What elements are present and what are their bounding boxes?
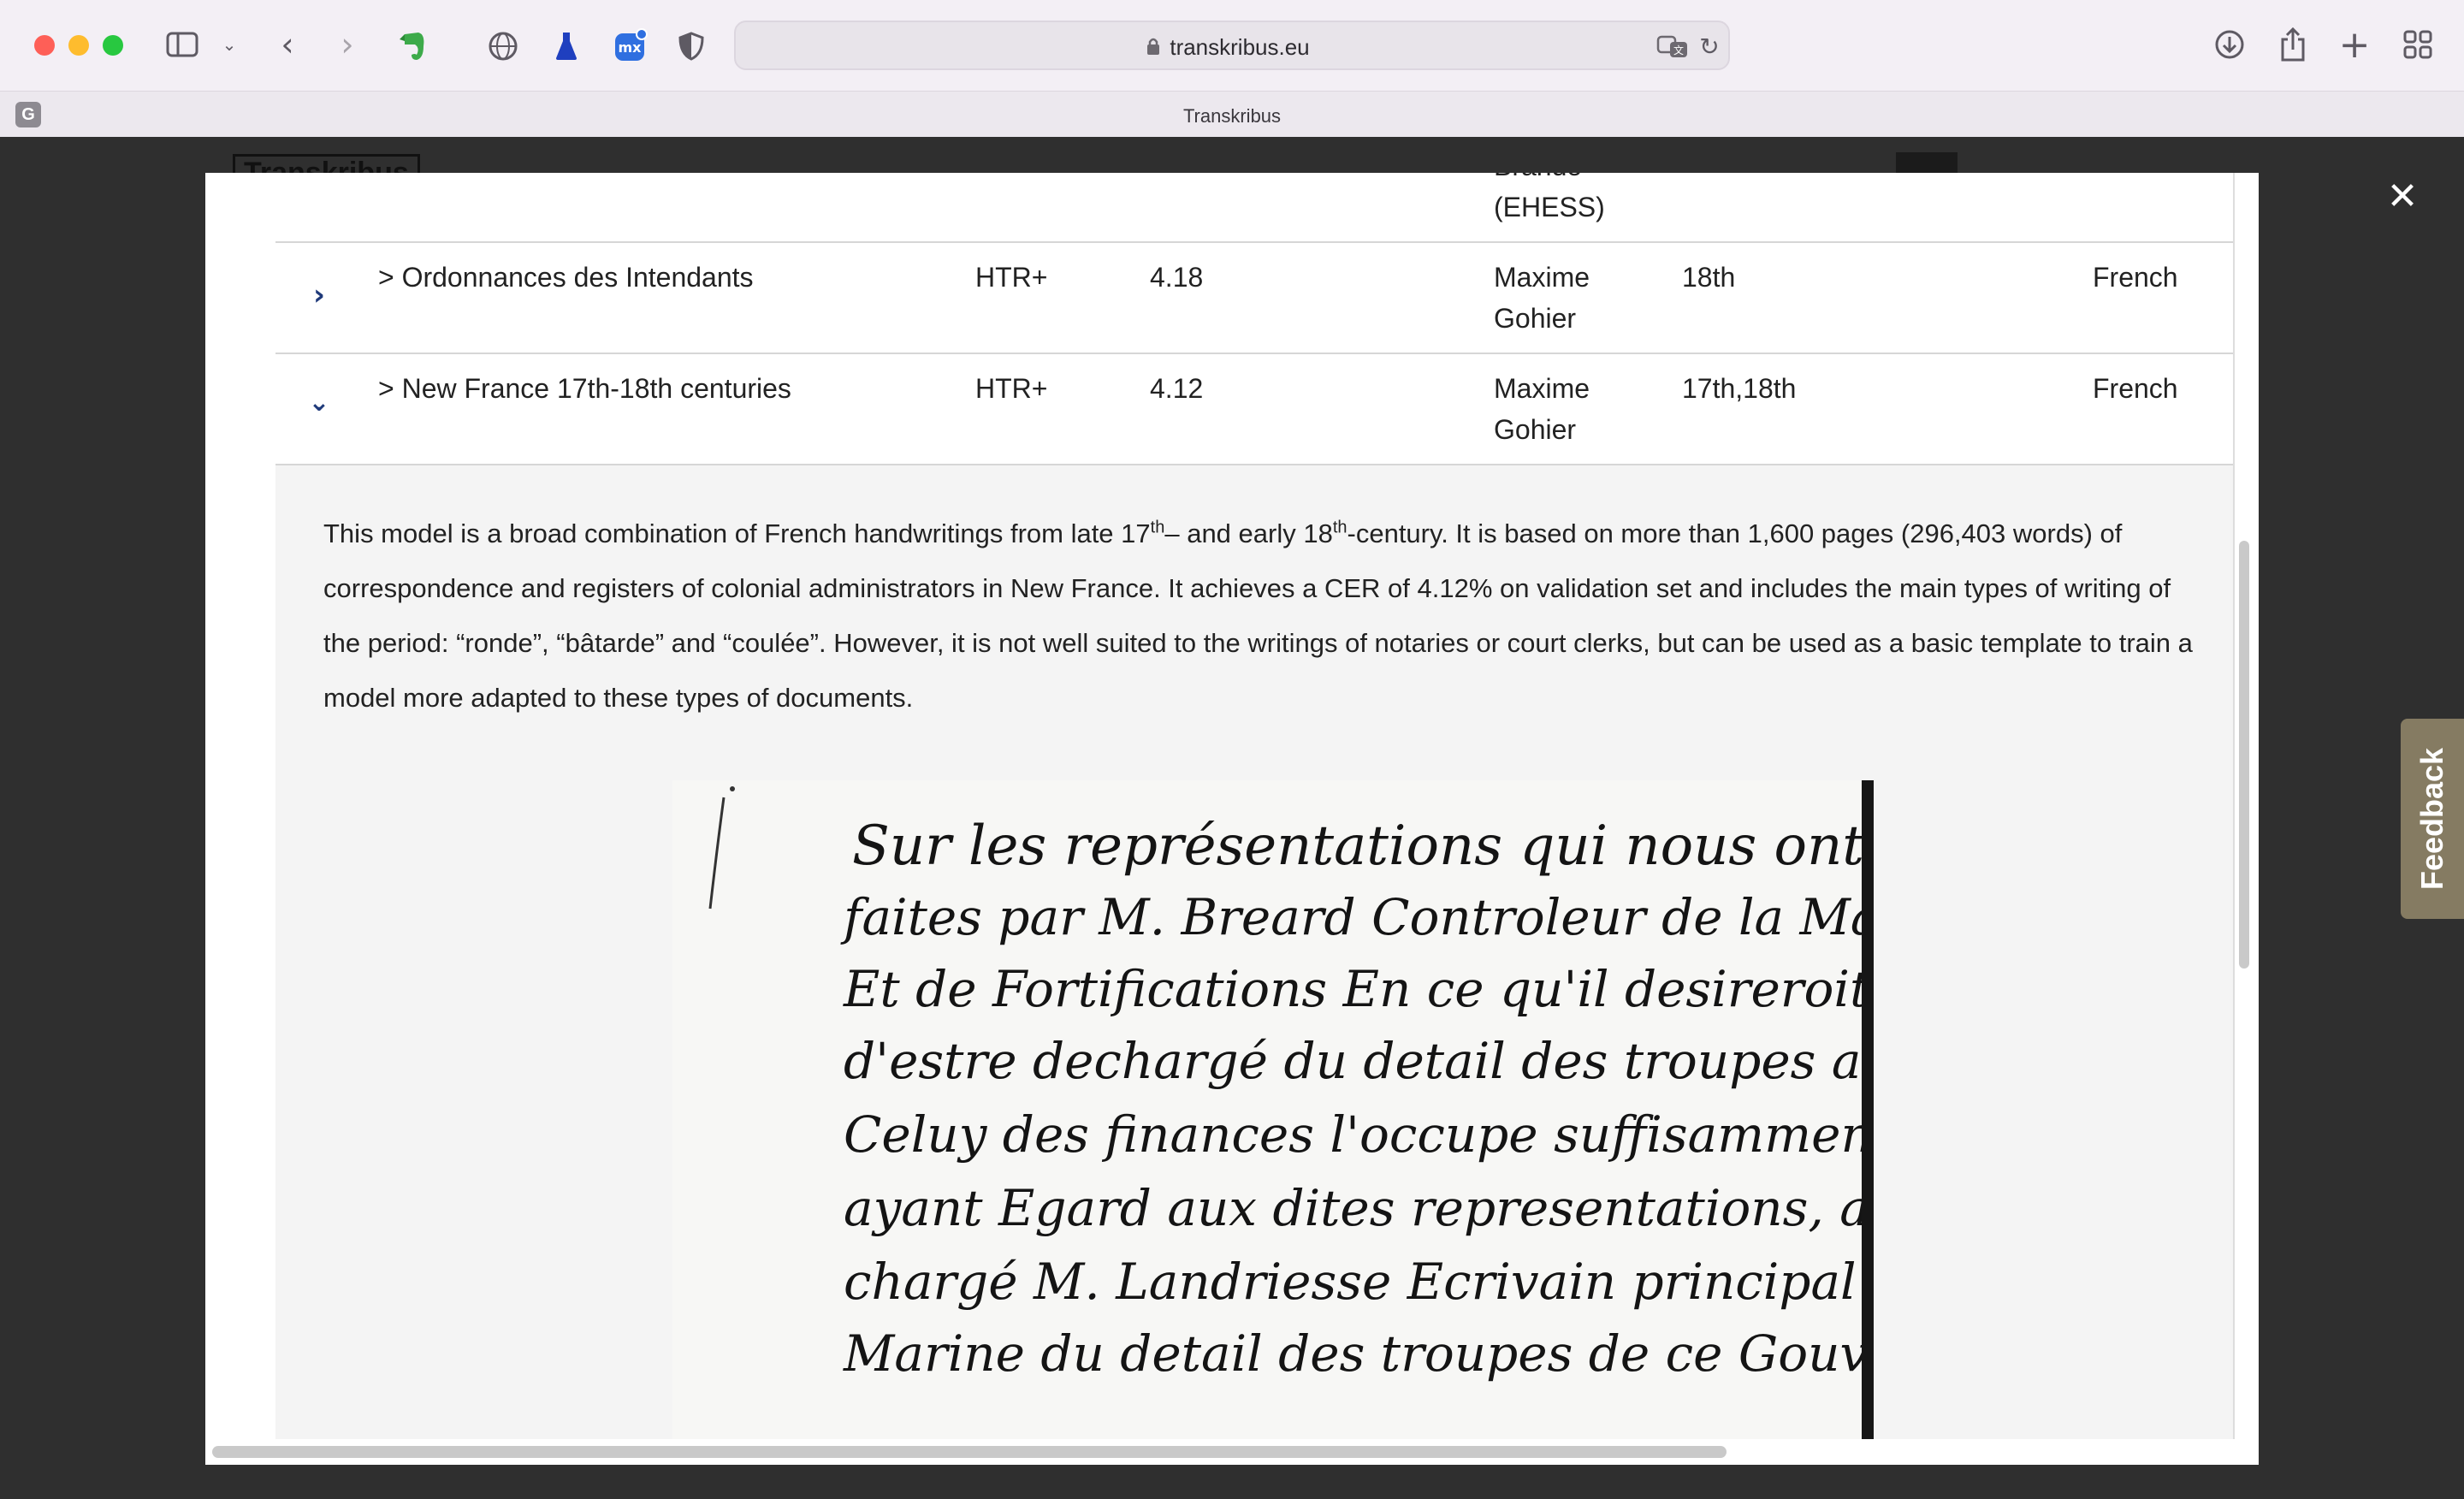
model-creator-last: Gohier — [1494, 303, 1577, 334]
model-century: 18th — [1682, 262, 1736, 293]
sidebar-icon[interactable] — [164, 29, 200, 60]
tab-bar: G Transkribus — [0, 91, 2464, 138]
svg-text:mx: mx — [619, 39, 643, 56]
manuscript-line: Celuy des finances l'occupe suffisamment… — [844, 1105, 1874, 1164]
minimize-window-button[interactable] — [68, 35, 89, 56]
chevron-left-icon[interactable]: ‹ — [270, 26, 305, 63]
header-button — [1896, 152, 1958, 175]
model-description: This model is a broad combination of Fre… — [323, 507, 2206, 726]
model-creator: Maxime — [1494, 262, 1590, 293]
model-language: French — [2093, 373, 2178, 404]
manuscript-line: ayant Egard aux dites representations, a… — [844, 1179, 1874, 1237]
row-divider — [275, 353, 2233, 354]
manuscript-line: Marine du detail des troupes de ce Gouve… — [844, 1324, 1869, 1383]
model-century: 17th,18th — [1682, 373, 1797, 404]
feedback-label: Feedback — [2414, 747, 2449, 891]
modal-content: Brando (EHESS) › > Ordonnances des Inten… — [275, 173, 2235, 1439]
model-cer: 4.18 — [1150, 262, 1204, 293]
flask-icon[interactable] — [551, 29, 582, 63]
model-creator: Maxime — [1494, 373, 1590, 404]
plus-icon[interactable]: + — [2337, 23, 2372, 67]
model-type: HTR+ — [975, 373, 1048, 404]
horizontal-scrollbar[interactable] — [212, 1446, 1727, 1458]
chevron-right-icon[interactable]: › — [330, 26, 364, 63]
manuscript-line: faites par M. Breard Controleur de la Ma… — [844, 888, 1874, 946]
model-creator-last: Gohier — [1494, 414, 1577, 445]
manuscript-sample-image: Sur les représentations qui nous ont fai… — [672, 780, 1874, 1439]
browser-chrome: ⌄ ‹ › mx transkribus.eu 文 ↻ + G Transkri… — [0, 0, 2464, 138]
reload-icon[interactable]: ↻ — [1696, 33, 1723, 61]
superscript: th — [1332, 518, 1348, 537]
model-name[interactable]: > New France 17th-18th centuries — [378, 368, 791, 409]
model-cer: 4.12 — [1150, 373, 1204, 404]
shield-icon[interactable] — [676, 29, 707, 63]
model-type: HTR+ — [975, 262, 1048, 293]
model-details-modal: Brando (EHESS) › > Ordonnances des Inten… — [205, 173, 2259, 1465]
tab-title[interactable]: Transkribus — [0, 105, 2464, 127]
manuscript-line: Sur les représentations qui nous ont fai… — [852, 815, 1864, 878]
share-icon[interactable] — [2276, 26, 2310, 63]
evernote-icon[interactable] — [395, 29, 429, 63]
manuscript-line: chargé M. Landriesse Ecrivain principal … — [844, 1253, 1862, 1311]
zoom-window-button[interactable] — [103, 35, 123, 56]
browser-toolbar: ⌄ ‹ › mx transkribus.eu 文 ↻ + — [0, 0, 2464, 91]
vertical-scrollbar[interactable] — [2239, 541, 2249, 969]
chevron-down-icon[interactable]: ⌄ — [217, 33, 241, 56]
url-text: transkribus.eu — [1170, 34, 1310, 60]
model-name[interactable]: > Ordonnances des Intendants — [378, 257, 754, 298]
close-window-button[interactable] — [34, 35, 55, 56]
manuscript-line: d'estre dechargé du detail des troupes a… — [844, 1032, 1862, 1090]
row-divider — [275, 241, 2233, 243]
model-language: French — [2093, 262, 2178, 293]
translate-icon[interactable]: 文 — [1656, 33, 1691, 60]
collapse-chevron-icon[interactable]: ⌄ — [305, 388, 334, 418]
feedback-tab[interactable]: Feedback — [2401, 719, 2464, 919]
expand-chevron-icon[interactable]: › — [305, 281, 334, 310]
globe-icon[interactable] — [486, 29, 520, 63]
description-text: This model is a broad combination of Fre… — [323, 518, 1151, 548]
description-text: – and early 18 — [1164, 518, 1333, 548]
download-icon[interactable] — [2212, 27, 2247, 62]
address-bar[interactable]: transkribus.eu 文 ↻ — [734, 21, 1730, 70]
grid-icon[interactable] — [2401, 27, 2435, 62]
superscript: th — [1150, 518, 1165, 537]
manuscript-line: Et de Fortifications En ce qu'il desirer… — [844, 960, 1870, 1018]
creator-affiliation: (EHESS) — [1494, 192, 1605, 222]
close-icon[interactable]: ✕ — [2384, 178, 2421, 216]
creator-partial: Brando — [1494, 173, 1582, 187]
extension-icon[interactable]: mx — [613, 27, 649, 63]
svg-text:文: 文 — [1673, 44, 1684, 56]
